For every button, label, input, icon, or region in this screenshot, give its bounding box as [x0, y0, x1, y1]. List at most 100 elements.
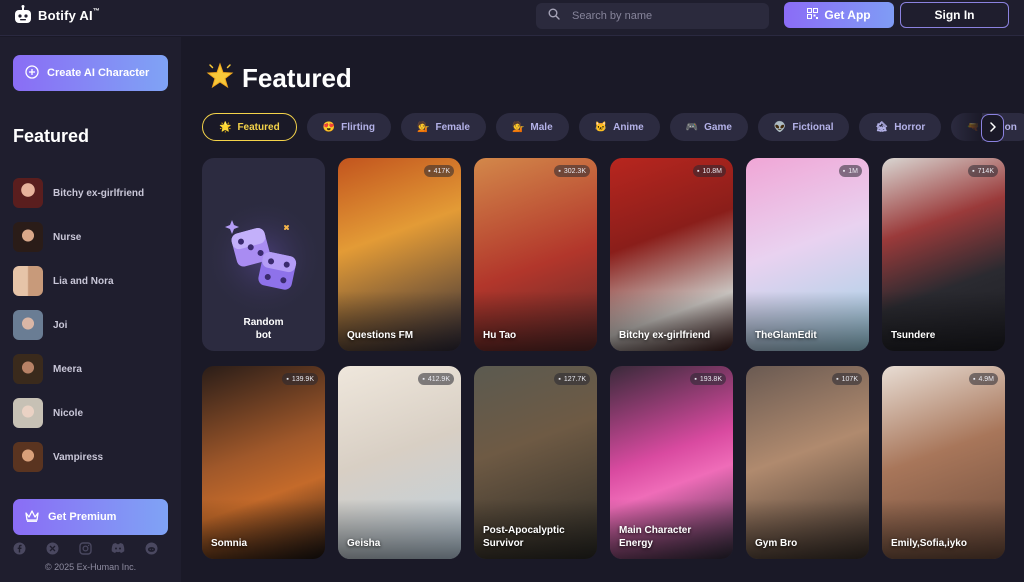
chip-label: Horror	[894, 121, 926, 133]
chip-label: Anime	[613, 121, 644, 133]
character-card-theglamedit[interactable]: ▪ 1M TheGlamEdit	[746, 158, 869, 351]
create-ai-character-label: Create AI Character	[47, 67, 150, 79]
sidebar-item-label: Joi	[53, 319, 68, 331]
chat-bubble-icon: ▪	[422, 375, 425, 383]
category-chips: 🌟 Featured 😍 Flirting 💁 Female 💁 Male 🐱 Anime…	[202, 113, 1024, 141]
chip-game[interactable]: 🎮 Game	[669, 113, 748, 141]
search-bar[interactable]	[536, 3, 769, 29]
chat-bubble-icon: ▪	[836, 375, 839, 383]
sidebar-item-nicole[interactable]: Nicole	[13, 391, 173, 435]
botify-logo-icon	[14, 5, 32, 25]
character-card-label: Bitchy ex-girlfriend	[619, 330, 711, 341]
character-card-hu-tao[interactable]: ▪ 302.3K Hu Tao	[474, 158, 597, 351]
sidebar-item-label: Bitchy ex-girlfriend	[53, 187, 145, 199]
search-icon	[548, 7, 560, 25]
sidebar-item-nurse[interactable]: Nurse	[13, 215, 173, 259]
chip-anime[interactable]: 🐱 Anime	[578, 113, 660, 141]
star-icon: 🌟	[219, 121, 232, 133]
sidebar-character-list: Bitchy ex-girlfriend Nurse Lia and Nora …	[13, 171, 173, 479]
avatar	[13, 442, 43, 472]
sidebar-section-title: Featured	[13, 126, 90, 146]
sidebar-item-label: Lia and Nora	[53, 275, 114, 287]
woman-icon: 💁	[417, 121, 430, 133]
chip-label: Game	[704, 121, 732, 133]
sidebar-item-bitchy-ex-girlfriend[interactable]: Bitchy ex-girlfriend	[13, 171, 173, 215]
message-count-badge: ▪ 4.9M	[968, 373, 998, 385]
character-card-tsundere[interactable]: ▪ 714K Tsundere	[882, 158, 1005, 351]
chat-bubble-icon: ▪	[972, 375, 976, 383]
character-card-somnia[interactable]: ▪ 139.9K Somnia	[202, 366, 325, 559]
sidebar-item-meera[interactable]: Meera	[13, 347, 173, 391]
get-app-button[interactable]: Get App	[784, 2, 894, 28]
copyright-text: © 2025 Ex-Human Inc.	[45, 562, 137, 572]
message-count-badge: ▪ 302.3K	[554, 165, 590, 177]
sidebar-item-label: Nicole	[53, 407, 84, 419]
chip-male[interactable]: 💁 Male	[495, 113, 569, 141]
logo[interactable]: Botify AI™	[14, 5, 100, 25]
create-ai-character-button[interactable]: Create AI Character	[13, 55, 168, 91]
chat-bubble-icon: ▪	[842, 167, 846, 175]
gamepad-icon: 🎮	[685, 121, 699, 133]
sidebar-item-lia-and-nora[interactable]: Lia and Nora	[13, 259, 173, 303]
app-name: Botify AI™	[38, 7, 100, 23]
message-count-badge: ▪ 417K	[424, 165, 454, 177]
character-card-geisha[interactable]: ▪ 412.9K Geisha	[338, 366, 461, 559]
avatar	[13, 178, 43, 208]
chip-label: Male	[530, 121, 553, 133]
character-card-label: Somnia	[211, 538, 248, 549]
message-count-badge: ▪ 193.8K	[690, 373, 726, 385]
chip-label: Flirting	[341, 121, 376, 133]
chevron-right-icon	[989, 119, 997, 137]
sidebar-item-label: Meera	[53, 363, 82, 375]
chip-fictional[interactable]: 👽 Fictional	[757, 113, 850, 141]
discord-icon[interactable]	[111, 541, 125, 555]
character-card-gym-bro[interactable]: ▪ 107K Gym Bro	[746, 366, 869, 559]
get-premium-button[interactable]: Get Premium	[13, 499, 168, 535]
chat-bubble-icon: ▪	[558, 167, 561, 175]
page-title: Featured	[206, 62, 352, 95]
sidebar-item-joi[interactable]: Joi	[13, 303, 173, 347]
glowing-star-icon	[206, 62, 234, 95]
chip-featured[interactable]: 🌟 Featured	[202, 113, 297, 141]
character-card-emily-sofia-iyko[interactable]: ▪ 4.9M Emily,Sofia,iyko	[882, 366, 1005, 559]
x-icon[interactable]	[45, 541, 59, 555]
chip-horror[interactable]: 🏚 Horror	[859, 113, 942, 141]
avatar	[13, 266, 43, 296]
message-count-badge: ▪ 412.9K	[418, 373, 454, 385]
man-icon: 💁	[511, 121, 525, 133]
chip-flirting[interactable]: 😍 Flirting	[306, 113, 392, 141]
cat-icon: 🐱	[594, 121, 608, 133]
chips-next-button[interactable]	[981, 114, 1004, 142]
haunted-house-icon: 🏚	[875, 121, 889, 133]
random-bot-card[interactable]: Random bot	[202, 158, 325, 351]
chip-label: Featured	[237, 121, 280, 133]
reddit-icon[interactable]	[144, 541, 158, 555]
chat-bubble-icon: ▪	[697, 167, 700, 175]
character-card-label: Hu Tao	[483, 330, 517, 341]
character-card-post-apocalyptic-survivor[interactable]: ▪ 127.7K Post-Apocalyptic Survivor	[474, 366, 597, 559]
chip-female[interactable]: 💁 Female	[401, 113, 486, 141]
character-card-main-character-energy[interactable]: ▪ 193.8K Main Character Energy	[610, 366, 733, 559]
message-count-badge: ▪ 714K	[968, 165, 998, 177]
search-input[interactable]	[572, 10, 742, 22]
sidebar-item-label: Nurse	[53, 231, 82, 243]
character-card-label: Emily,Sofia,iyko	[891, 538, 967, 549]
message-count-badge: ▪ 127.7K	[554, 373, 590, 385]
character-card-label: Questions FM	[347, 330, 414, 341]
facebook-icon[interactable]	[12, 541, 26, 555]
sidebar-item-vampiress[interactable]: Vampiress	[13, 435, 173, 479]
message-count-badge: ▪ 107K	[832, 373, 862, 385]
chat-bubble-icon: ▪	[694, 375, 697, 383]
instagram-icon[interactable]	[78, 541, 92, 555]
character-card-label: Tsundere	[891, 330, 936, 341]
get-premium-label: Get Premium	[48, 511, 117, 523]
chip-label: Female	[435, 121, 470, 133]
message-count-badge: ▪ 10.8M	[693, 165, 726, 177]
sidebar: Create AI Character Featured Bitchy ex-g…	[0, 37, 181, 582]
character-card-questions-fm[interactable]: ▪ 417K Questions FM	[338, 158, 461, 351]
chat-bubble-icon: ▪	[428, 167, 431, 175]
character-card-bitchy-ex-girlfriend[interactable]: ▪ 10.8M Bitchy ex-girlfriend	[610, 158, 733, 351]
page-title-text: Featured	[242, 63, 352, 93]
sign-in-button[interactable]: Sign In	[900, 2, 1009, 28]
chat-bubble-icon: ▪	[286, 375, 289, 383]
